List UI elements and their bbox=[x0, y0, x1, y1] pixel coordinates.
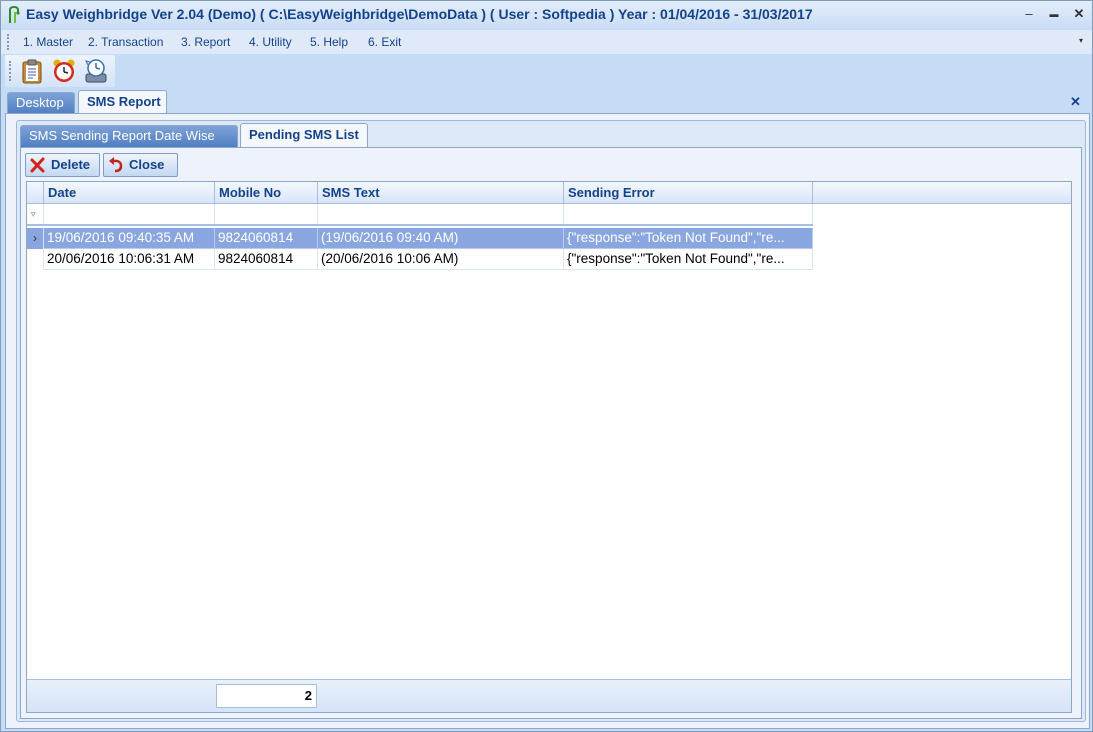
minimize-button[interactable]: – bbox=[1019, 5, 1039, 23]
menu-master[interactable]: 1. Master bbox=[23, 35, 73, 49]
toolbar bbox=[5, 55, 115, 87]
pending-sms-grid: Date Mobile No SMS Text Sending Error ▿ bbox=[26, 181, 1072, 713]
row-indicator-icon: › bbox=[27, 228, 44, 249]
delete-button[interactable]: Delete bbox=[25, 153, 100, 177]
record-count: 2 bbox=[216, 684, 317, 708]
filter-icon[interactable]: ▿ bbox=[31, 209, 36, 220]
header-indicator-cell bbox=[27, 182, 44, 204]
table-row[interactable]: › 19/06/2016 09:40:35 AM 9824060814 (19/… bbox=[27, 228, 813, 249]
filter-error-input[interactable] bbox=[564, 204, 813, 224]
close-button-label: Close bbox=[129, 157, 165, 172]
pending-sms-panel: Delete Close Date Mobile No SMS Text Sen… bbox=[20, 147, 1082, 719]
menu-help[interactable]: 5. Help bbox=[310, 35, 348, 49]
menu-bar: 1. Master 2. Transaction 3. Report 4. Ut… bbox=[1, 30, 1092, 54]
cell-mobile-no[interactable]: 9824060814 bbox=[215, 228, 318, 249]
app-logo-icon bbox=[9, 6, 20, 23]
close-window-button[interactable]: ✕ bbox=[1069, 5, 1089, 23]
delete-x-icon bbox=[30, 157, 45, 173]
report-tab-container: SMS Sending Report Date Wise Pending SMS… bbox=[16, 120, 1086, 722]
window-title: Easy Weighbridge Ver 2.04 (Demo) ( C:\Ea… bbox=[26, 6, 813, 22]
tab-desktop[interactable]: Desktop bbox=[7, 92, 75, 114]
delete-button-label: Delete bbox=[51, 157, 91, 172]
table-row[interactable]: 20/06/2016 10:06:31 AM 9824060814 (20/06… bbox=[27, 249, 813, 270]
grid-footer: 2 bbox=[27, 679, 1071, 712]
alarm-clock-icon[interactable] bbox=[51, 58, 77, 84]
cell-date[interactable]: 20/06/2016 10:06:31 AM bbox=[44, 249, 215, 270]
menu-transaction[interactable]: 2. Transaction bbox=[88, 35, 163, 49]
filter-date-input[interactable] bbox=[44, 204, 215, 224]
menu-overflow-arrow-icon[interactable]: ▾ bbox=[1079, 36, 1083, 45]
column-header-mobile-no[interactable]: Mobile No bbox=[215, 182, 318, 204]
cell-sms-text[interactable]: (19/06/2016 09:40 AM) bbox=[318, 228, 564, 249]
row-indicator-cell bbox=[27, 249, 44, 270]
cell-date[interactable]: 19/06/2016 09:40:35 AM bbox=[44, 228, 215, 249]
app-window: Easy Weighbridge Ver 2.04 (Demo) ( C:\Ea… bbox=[0, 0, 1093, 732]
maximize-button[interactable]: ▬ bbox=[1044, 5, 1064, 23]
menu-exit[interactable]: 6. Exit bbox=[368, 35, 401, 49]
column-header-sending-error[interactable]: Sending Error bbox=[564, 182, 813, 204]
column-header-sms-text[interactable]: SMS Text bbox=[318, 182, 564, 204]
tab-pending-sms-list[interactable]: Pending SMS List bbox=[240, 123, 368, 148]
sms-report-panel: SMS Sending Report Date Wise Pending SMS… bbox=[5, 113, 1090, 729]
clipboard-icon[interactable] bbox=[19, 58, 45, 84]
filter-sms-text-input[interactable] bbox=[318, 204, 564, 224]
undo-arrow-icon bbox=[109, 157, 123, 173]
cell-sending-error[interactable]: {"response":"Token Not Found","re... bbox=[564, 228, 813, 249]
menu-report[interactable]: 3. Report bbox=[181, 35, 230, 49]
filter-mobile-input[interactable] bbox=[215, 204, 318, 224]
title-bar[interactable]: Easy Weighbridge Ver 2.04 (Demo) ( C:\Ea… bbox=[1, 1, 1092, 29]
cell-sending-error[interactable]: {"response":"Token Not Found","re... bbox=[564, 249, 813, 270]
filter-indicator-cell: ▿ bbox=[27, 204, 44, 224]
tab-sms-sending-report-date-wise[interactable]: SMS Sending Report Date Wise bbox=[20, 125, 238, 147]
cell-sms-text[interactable]: (20/06/2016 10:06 AM) bbox=[318, 249, 564, 270]
document-tabs: Desktop SMS Report ✕ bbox=[1, 90, 1092, 114]
grid-header: Date Mobile No SMS Text Sending Error bbox=[27, 182, 1071, 204]
menu-utility[interactable]: 4. Utility bbox=[249, 35, 292, 49]
toolbar-grip[interactable] bbox=[9, 61, 12, 81]
cell-mobile-no[interactable]: 9824060814 bbox=[215, 249, 318, 270]
menu-grip[interactable] bbox=[7, 34, 10, 50]
column-header-date[interactable]: Date bbox=[44, 182, 215, 204]
close-button[interactable]: Close bbox=[103, 153, 178, 177]
tab-sms-report[interactable]: SMS Report bbox=[78, 90, 167, 114]
close-tab-icon[interactable]: ✕ bbox=[1070, 94, 1081, 110]
filter-row: ▿ bbox=[27, 204, 813, 226]
backup-icon[interactable] bbox=[83, 58, 109, 84]
